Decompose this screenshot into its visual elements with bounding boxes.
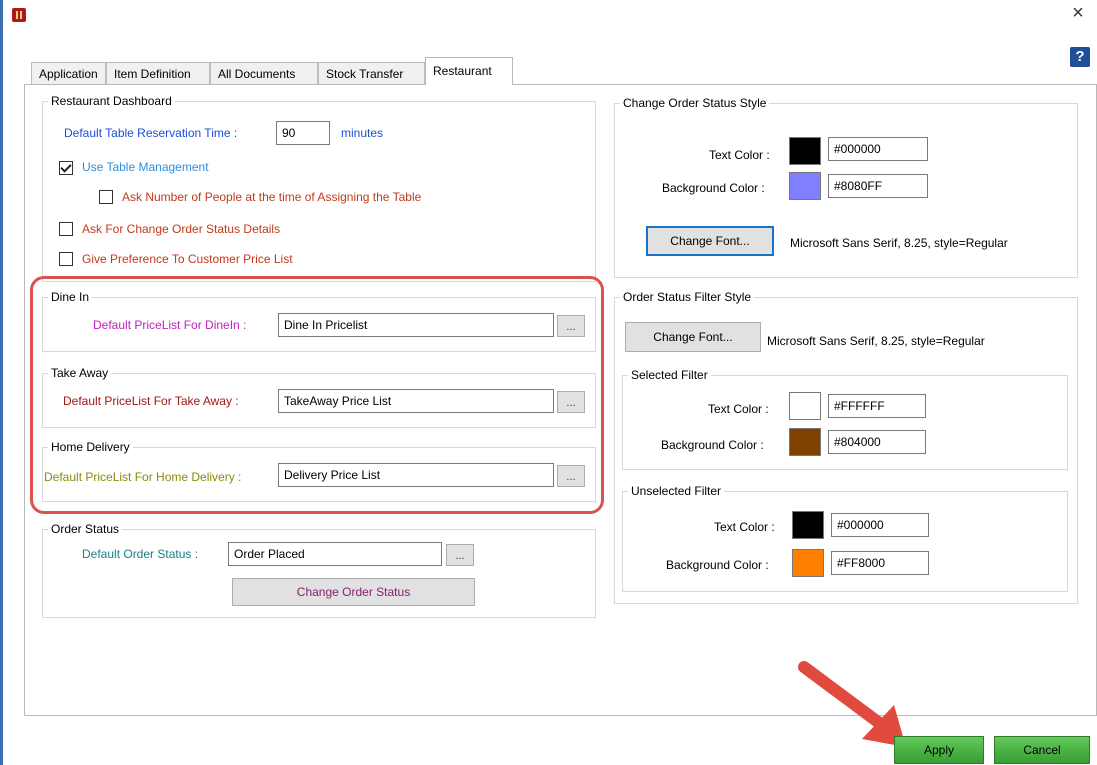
unselected-text-color-label: Text Color :: [714, 520, 775, 534]
group-legend: Take Away: [51, 366, 109, 380]
text-color-swatch[interactable]: [789, 137, 821, 165]
prefer-customer-pricelist-label: Give Preference To Customer Price List: [82, 252, 293, 266]
reservation-time-input[interactable]: 90: [276, 121, 330, 145]
ask-people-label: Ask Number of People at the time of Assi…: [122, 190, 422, 204]
home-delivery-pricelist-label: Default PriceList For Home Delivery :: [44, 470, 242, 484]
window-edge: [0, 0, 3, 765]
unselected-background-color-swatch[interactable]: [792, 549, 824, 577]
tab-restaurant[interactable]: Restaurant: [425, 57, 513, 85]
font-description: Microsoft Sans Serif, 8.25, style=Regula…: [790, 236, 1008, 250]
text-color-input[interactable]: #000000: [828, 137, 928, 161]
reservation-time-label: Default Table Reservation Time :: [64, 126, 238, 140]
order-status-label: Default Order Status :: [82, 547, 199, 561]
tab-stock-transfer[interactable]: Stock Transfer: [318, 62, 425, 84]
use-table-management-checkbox[interactable]: [59, 161, 73, 175]
filter-change-font-button[interactable]: Change Font...: [625, 322, 761, 352]
order-status-input[interactable]: Order Placed: [228, 542, 442, 566]
selected-text-color-input[interactable]: #FFFFFF: [828, 394, 926, 418]
unselected-text-color-input[interactable]: #000000: [831, 513, 929, 537]
selected-text-color-swatch[interactable]: [789, 392, 821, 420]
background-color-label: Background Color :: [662, 181, 765, 195]
ask-people-checkbox[interactable]: [99, 190, 113, 204]
group-legend: Restaurant Dashboard: [51, 94, 172, 108]
group-legend: Selected Filter: [631, 368, 708, 382]
group-legend: Dine In: [51, 290, 90, 304]
home-delivery-pricelist-input[interactable]: Delivery Price List: [278, 463, 554, 487]
group-legend: Unselected Filter: [631, 484, 722, 498]
background-color-input[interactable]: #8080FF: [828, 174, 928, 198]
group-unselected-filter: Unselected Filter: [622, 484, 1068, 592]
group-legend: Order Status Filter Style: [623, 290, 752, 304]
selected-background-color-input[interactable]: #804000: [828, 430, 926, 454]
prefer-customer-pricelist-checkbox[interactable]: [59, 252, 73, 266]
close-icon[interactable]: ×: [1067, 2, 1089, 24]
group-selected-filter: Selected Filter: [622, 368, 1068, 470]
unselected-background-color-label: Background Color :: [666, 558, 769, 572]
ask-change-status-label: Ask For Change Order Status Details: [82, 222, 281, 236]
unselected-text-color-swatch[interactable]: [792, 511, 824, 539]
change-order-status-button[interactable]: Change Order Status: [232, 578, 475, 606]
group-legend: Order Status: [51, 522, 120, 536]
use-table-management-label: Use Table Management: [82, 160, 209, 174]
take-away-browse-button[interactable]: ...: [557, 391, 585, 413]
dine-in-browse-button[interactable]: ...: [557, 315, 585, 337]
dine-in-pricelist-label: Default PriceList For DineIn :: [93, 318, 247, 332]
selected-background-color-label: Background Color :: [661, 438, 764, 452]
text-color-label: Text Color :: [709, 148, 770, 162]
filter-font-description: Microsoft Sans Serif, 8.25, style=Regula…: [767, 334, 985, 348]
ask-change-status-checkbox[interactable]: [59, 222, 73, 236]
home-delivery-browse-button[interactable]: ...: [557, 465, 585, 487]
tab-item-definition[interactable]: Item Definition: [106, 62, 210, 84]
take-away-pricelist-label: Default PriceList For Take Away :: [63, 394, 239, 408]
app-icon: [12, 8, 26, 22]
order-status-browse-button[interactable]: ...: [446, 544, 474, 566]
cancel-button[interactable]: Cancel: [994, 736, 1090, 764]
reservation-unit-label: minutes: [341, 126, 384, 140]
tab-all-documents[interactable]: All Documents: [210, 62, 318, 84]
group-legend: Change Order Status Style: [623, 96, 767, 110]
help-icon[interactable]: ?: [1070, 47, 1090, 67]
apply-button[interactable]: Apply: [894, 736, 984, 764]
take-away-pricelist-input[interactable]: TakeAway Price List: [278, 389, 554, 413]
unselected-background-color-input[interactable]: #FF8000: [831, 551, 929, 575]
selected-background-color-swatch[interactable]: [789, 428, 821, 456]
group-legend: Home Delivery: [51, 440, 130, 454]
change-font-button[interactable]: Change Font...: [646, 226, 774, 256]
dine-in-pricelist-input[interactable]: Dine In Pricelist: [278, 313, 554, 337]
selected-text-color-label: Text Color :: [708, 402, 769, 416]
background-color-swatch[interactable]: [789, 172, 821, 200]
tab-application[interactable]: Application: [31, 62, 106, 84]
